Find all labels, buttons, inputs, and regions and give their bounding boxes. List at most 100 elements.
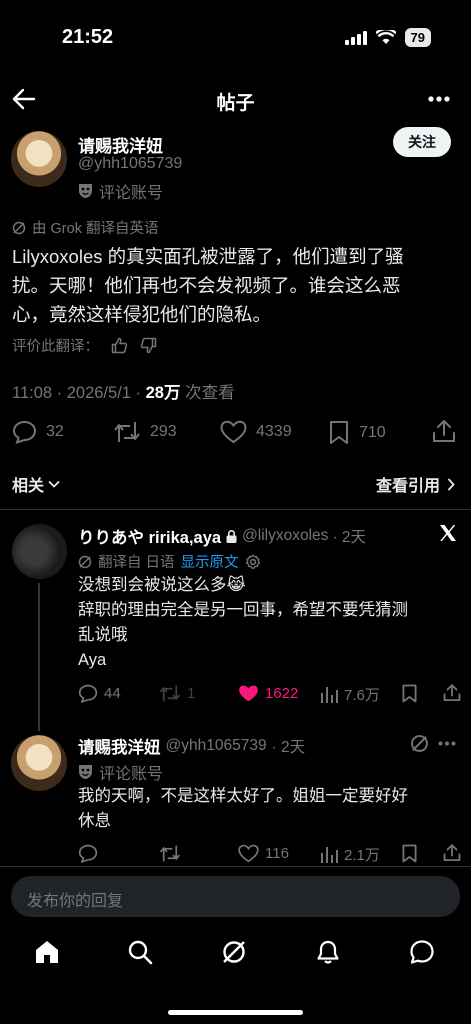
reply1-text-line: 乱说哦: [78, 626, 128, 644]
reply1-time: · 2天: [332, 529, 367, 546]
home-indicator: [168, 1010, 303, 1015]
messages-icon[interactable]: [409, 939, 435, 965]
related-dropdown[interactable]: 相关: [12, 472, 60, 496]
reply2-text: 我的天啊，不是这样太好了。姐姐一定要好好 休息: [78, 784, 463, 834]
reply2-reply-button[interactable]: [78, 844, 98, 863]
reply-icon: [12, 420, 37, 444]
post-text: Lilyxoxoles 的真实面孔被泄露了，他们遭到了骚 扰。天哪！他们再也不会…: [12, 242, 467, 329]
grok-icon[interactable]: [410, 734, 429, 753]
reply2-views-button[interactable]: 2.1万: [320, 844, 380, 865]
reply1-like-count: 1622: [265, 685, 299, 702]
bookmark-icon: [330, 421, 348, 444]
reply2-view-count: 2.1万: [344, 847, 380, 864]
view-count: 28万: [145, 384, 181, 402]
signal-icon: [344, 30, 367, 45]
thumbs-up-icon[interactable]: [111, 337, 128, 354]
follow-button[interactable]: 关注: [393, 127, 451, 157]
grok-icon: [12, 221, 26, 234]
reply2-account-label: 评论账号: [99, 766, 164, 783]
account-label-row: 评论账号: [78, 179, 163, 203]
post-meta: 11:08 · 2026/5/1 · 28万 次查看: [12, 379, 235, 403]
status-time: 21:52: [62, 26, 114, 48]
post-author-name[interactable]: 请赐我洋妞: [78, 132, 163, 157]
reply1-header: りりあや ririka,aya @lilyxoxoles · 2天: [78, 524, 366, 548]
show-original-link[interactable]: 显示原文: [181, 551, 239, 572]
reply2-header: 请赐我洋妞 @yhh1065739 · 2天: [78, 734, 305, 758]
thumbs-down-icon[interactable]: [140, 337, 157, 354]
avatar[interactable]: [11, 131, 67, 187]
status-icons: 79: [344, 28, 431, 47]
chevron-right-icon: [447, 477, 455, 491]
lock-icon: [226, 529, 237, 543]
reply2-text-line: 休息: [78, 812, 111, 830]
more-icon[interactable]: [438, 741, 456, 746]
x-logo-icon[interactable]: [438, 523, 458, 543]
account-label: 评论账号: [99, 185, 164, 202]
translation-note: 由 Grok 翻译自英语: [12, 217, 158, 238]
related-label: 相关: [12, 478, 45, 495]
reply1-repost-button[interactable]: 1: [159, 684, 195, 703]
reply1-text: 没想到会被说这么多😹 辞职的理由完全是另一回事，希望不要凭猜测 乱说哦 Aya: [78, 573, 463, 673]
search-icon[interactable]: [127, 939, 153, 965]
repost-icon: [159, 845, 181, 862]
like-button[interactable]: 4339: [220, 420, 292, 444]
bookmark-count: 710: [359, 423, 386, 441]
wifi-icon: [375, 30, 396, 44]
reply2-author-name[interactable]: 请赐我洋妞: [78, 734, 161, 758]
post-timestamp: 11:08 · 2026/5/1 ·: [12, 384, 146, 402]
reply1-author-handle[interactable]: @lilyxoxoles: [242, 527, 328, 545]
more-icon[interactable]: [428, 96, 450, 102]
rate-translation-row: 评价此翻译：: [12, 335, 157, 356]
reply2-like-count: 116: [265, 845, 289, 862]
bell-icon[interactable]: [315, 939, 341, 965]
reply-avatar[interactable]: [12, 524, 67, 579]
reply2-text-line: 我的天啊，不是这样太好了。姐姐一定要好好: [78, 787, 408, 805]
reply-icon: [78, 844, 98, 863]
like-icon: [220, 420, 247, 444]
share-icon[interactable]: [443, 683, 461, 703]
reply2-repost-button[interactable]: [159, 844, 181, 863]
like-icon: [238, 844, 259, 863]
bookmark-button[interactable]: 710: [328, 420, 386, 445]
reply-button[interactable]: 32: [12, 420, 64, 444]
reply1-view-count: 7.6万: [344, 687, 380, 704]
post-author-handle[interactable]: @yhh1065739: [78, 155, 182, 173]
reply2-like-button[interactable]: 116: [238, 844, 289, 863]
view-label: 次查看: [185, 384, 235, 402]
post-text-line: 心，竟然这样侵犯他们的隐私。: [12, 304, 272, 325]
battery-indicator: 79: [404, 28, 431, 47]
share-icon[interactable]: [443, 843, 461, 863]
reply1-text-line: Aya: [78, 651, 107, 669]
reply1-like-button[interactable]: 1622: [238, 684, 298, 703]
reply1-views-button[interactable]: 7.6万: [320, 684, 380, 705]
view-quotes-link[interactable]: 查看引用: [376, 472, 455, 496]
bookmark-icon[interactable]: [401, 684, 418, 703]
reply1-author-name[interactable]: りりあや ririka,aya: [78, 524, 221, 548]
views-icon: [321, 846, 338, 863]
reply1-reply-button[interactable]: 44: [78, 684, 121, 703]
repost-button[interactable]: 293: [113, 420, 177, 444]
chevron-down-icon: [48, 480, 60, 488]
reply-composer-input[interactable]: 发布你的回复: [11, 876, 460, 917]
reply1-text-line: 辞职的理由完全是另一回事，希望不要凭猜测: [78, 601, 408, 619]
divider: [0, 509, 471, 510]
gear-icon[interactable]: [245, 554, 261, 570]
repost-count: 293: [150, 423, 177, 440]
repost-icon: [159, 685, 181, 702]
share-icon[interactable]: [432, 419, 456, 444]
page-title: 帖子: [216, 93, 255, 114]
reply-icon: [78, 684, 98, 703]
repost-icon: [114, 422, 140, 442]
mask-icon: [79, 765, 92, 779]
translated-from: 由 Grok 翻译自英语: [32, 221, 159, 237]
home-icon[interactable]: [34, 939, 60, 965]
rate-translation-label: 评价此翻译：: [12, 339, 99, 355]
reply-count: 32: [46, 423, 64, 440]
reply2-author-handle[interactable]: @yhh1065739: [166, 737, 267, 755]
bookmark-icon[interactable]: [401, 844, 418, 863]
reply2-avatar[interactable]: [11, 735, 67, 791]
reply2-time: · 2天: [271, 739, 306, 756]
translate-icon: [78, 555, 92, 568]
reply2-account-row: 评论账号: [78, 760, 163, 784]
grok-tab-icon[interactable]: [221, 939, 247, 965]
